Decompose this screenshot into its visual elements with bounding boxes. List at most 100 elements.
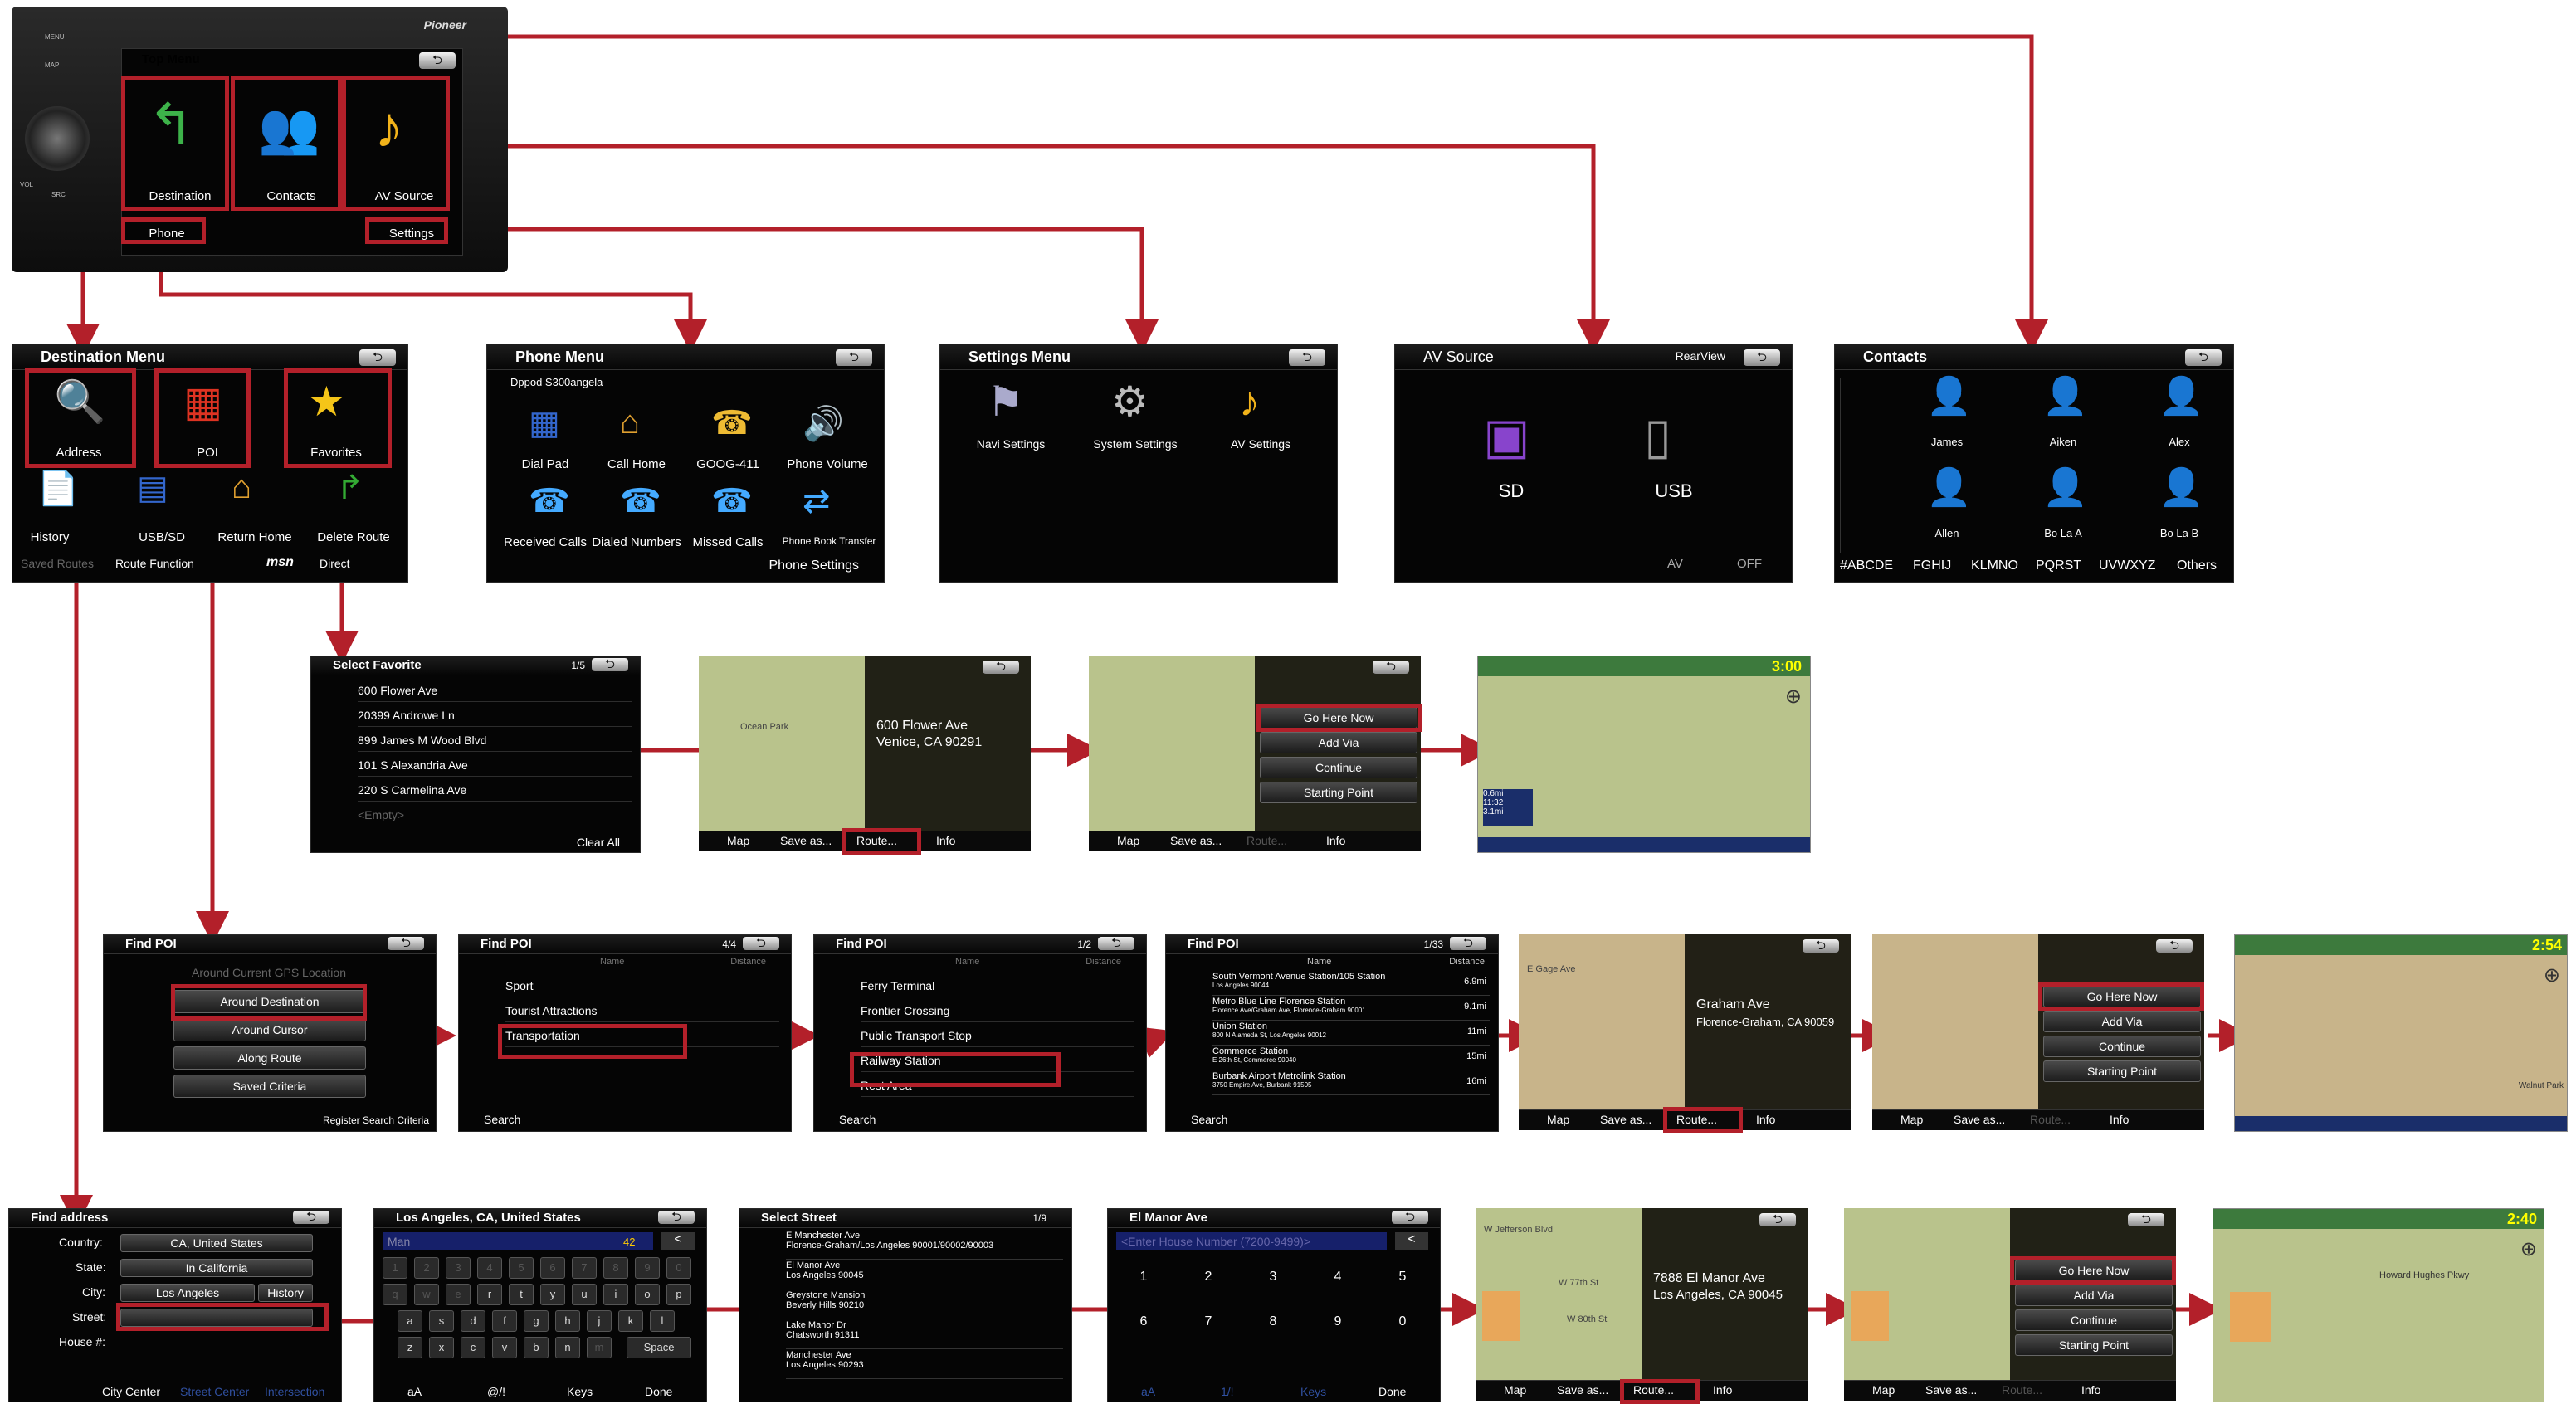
av-button[interactable]: AV	[1667, 557, 1683, 571]
back-button[interactable]: ⮌	[2156, 939, 2193, 953]
back-button[interactable]: ⮌	[658, 1211, 695, 1224]
key[interactable]: f	[492, 1310, 517, 1332]
history-button[interactable]: History	[258, 1284, 313, 1302]
key[interactable]: 0	[666, 1257, 691, 1279]
tab-pqrst[interactable]: PQRST	[2036, 558, 2081, 573]
key[interactable]: q	[383, 1284, 407, 1305]
starting-point-button[interactable]: Starting Point	[2015, 1334, 2173, 1356]
save-as-tab[interactable]: Save as...	[1925, 1383, 1977, 1397]
add-via-button[interactable]: Add Via	[1260, 732, 1417, 753]
key[interactable]: 6	[540, 1257, 565, 1279]
back-button[interactable]: ⮌	[419, 52, 456, 69]
missed-calls-button[interactable]: Missed Calls	[686, 535, 769, 549]
side-label[interactable]: SRC	[51, 191, 66, 198]
tab-abcde[interactable]: #ABCDE	[1840, 558, 1893, 573]
favorite-row[interactable]: <Empty>	[358, 804, 632, 826]
key[interactable]: n	[555, 1337, 580, 1358]
saved-routes-button[interactable]: Saved Routes	[21, 557, 94, 570]
search-button[interactable]: Search	[839, 1113, 876, 1126]
along-route-button[interactable]: Along Route	[173, 1046, 366, 1070]
favorite-row[interactable]: 899 James M Wood Blvd	[358, 729, 632, 752]
tab-fghij[interactable]: FGHIJ	[1913, 558, 1951, 573]
key[interactable]: l	[650, 1310, 675, 1332]
back-button[interactable]: ⮌	[983, 661, 1019, 674]
return-home-button[interactable]: Return Home	[210, 530, 300, 544]
street-center-button[interactable]: Street Center	[180, 1385, 249, 1398]
call-home-button[interactable]: Call Home	[595, 457, 678, 471]
history-button[interactable]: History	[21, 530, 79, 544]
street-row[interactable]: El Manor Ave Los Angeles 90045	[786, 1260, 1063, 1289]
street-row[interactable]: Greystone Mansion Beverly Hills 90210	[786, 1290, 1063, 1319]
poi-result-row[interactable]: South Vermont Avenue Station/105 Station…	[1212, 972, 1490, 996]
symbols-toggle[interactable]: @/!	[487, 1385, 505, 1398]
key[interactable]: t	[509, 1284, 534, 1305]
usb-sd-button[interactable]: USB/SD	[129, 530, 195, 544]
country-field[interactable]: CA, United States	[120, 1234, 313, 1252]
backspace-button[interactable]: <	[1395, 1232, 1428, 1250]
house-number-field[interactable]	[120, 1333, 311, 1350]
map-tab[interactable]: Map	[1504, 1383, 1526, 1397]
key[interactable]: 2	[414, 1257, 439, 1279]
info-tab[interactable]: Info	[1326, 834, 1345, 847]
poi-subcategory-row[interactable]: Public Transport Stop	[861, 1025, 1134, 1047]
key[interactable]: b	[524, 1337, 549, 1358]
phone-volume-button[interactable]: Phone Volume	[778, 457, 877, 471]
back-button[interactable]: ⮌	[1803, 939, 1839, 953]
favorite-row[interactable]: 600 Flower Ave	[358, 680, 632, 702]
poi-result-row[interactable]: Commerce Station E 26th St, Commerce 900…	[1212, 1046, 1490, 1070]
route-function-button[interactable]: Route Function	[115, 557, 194, 570]
off-button[interactable]: OFF	[1737, 557, 1762, 571]
info-tab[interactable]: Info	[1756, 1113, 1775, 1126]
digit-key[interactable]: 3	[1247, 1260, 1299, 1294]
info-tab[interactable]: Info	[1713, 1383, 1732, 1397]
save-as-tab[interactable]: Save as...	[1170, 834, 1222, 847]
key[interactable]: 8	[603, 1257, 628, 1279]
continue-button[interactable]: Continue	[1260, 757, 1417, 778]
digit-key[interactable]: 4	[1312, 1260, 1364, 1294]
save-as-tab[interactable]: Save as...	[1600, 1113, 1651, 1126]
goog-411-button[interactable]: GOOG-411	[686, 457, 769, 471]
case-toggle[interactable]: aA	[1141, 1385, 1155, 1398]
starting-point-button[interactable]: Starting Point	[1260, 782, 1417, 803]
key[interactable]: h	[555, 1310, 580, 1332]
poi-result-row[interactable]: Metro Blue Line Florence Station Florenc…	[1212, 997, 1490, 1021]
keys-toggle[interactable]: Keys	[567, 1385, 593, 1398]
key[interactable]: 1	[383, 1257, 407, 1279]
key[interactable]: o	[635, 1284, 660, 1305]
poi-subcategory-row[interactable]: Ferry Terminal	[861, 975, 1134, 997]
digit-key[interactable]: 2	[1183, 1260, 1234, 1294]
digit-key[interactable]: 9	[1312, 1305, 1364, 1338]
side-label[interactable]: MENU	[45, 33, 65, 41]
key[interactable]: v	[492, 1337, 517, 1358]
street-row[interactable]: Lake Manor Dr Chatsworth 91311	[786, 1320, 1063, 1349]
key[interactable]: x	[429, 1337, 454, 1358]
dialed-numbers-button[interactable]: Dialed Numbers	[587, 535, 686, 549]
contact-name[interactable]: Bo La A	[2026, 527, 2100, 539]
done-button[interactable]: Done	[645, 1385, 672, 1398]
map-tab[interactable]: Map	[727, 834, 749, 847]
key[interactable]: 3	[446, 1257, 471, 1279]
digit-key[interactable]: 7	[1183, 1305, 1234, 1338]
favorite-row[interactable]: 220 S Carmelina Ave	[358, 779, 632, 802]
key[interactable]: 7	[572, 1257, 597, 1279]
digit-key[interactable]: 6	[1118, 1305, 1169, 1338]
key[interactable]: d	[461, 1310, 485, 1332]
back-button[interactable]: ⮌	[293, 1211, 329, 1224]
compass-icon[interactable]: ⊕	[2544, 963, 2560, 987]
around-cursor-button[interactable]: Around Cursor	[173, 1018, 366, 1041]
system-settings-button[interactable]: System Settings	[1081, 437, 1189, 451]
backspace-button[interactable]: <	[661, 1232, 695, 1250]
street-row[interactable]: E Manchester Ave Florence-Graham/Los Ang…	[786, 1231, 1063, 1260]
key[interactable]: r	[477, 1284, 502, 1305]
favorite-row[interactable]: 20399 Androwe Ln	[358, 704, 632, 727]
dial-pad-button[interactable]: Dial Pad	[504, 457, 587, 471]
add-via-button[interactable]: Add Via	[2015, 1285, 2173, 1306]
usb-button[interactable]: USB	[1632, 480, 1715, 502]
back-button[interactable]: ⮌	[743, 937, 779, 950]
rearview-button[interactable]: RearView	[1676, 349, 1725, 363]
key[interactable]: w	[414, 1284, 439, 1305]
city-field[interactable]: Los Angeles	[120, 1284, 255, 1302]
info-tab[interactable]: Info	[936, 834, 955, 847]
done-button[interactable]: Done	[1378, 1385, 1406, 1398]
space-key[interactable]: Space	[627, 1337, 691, 1358]
